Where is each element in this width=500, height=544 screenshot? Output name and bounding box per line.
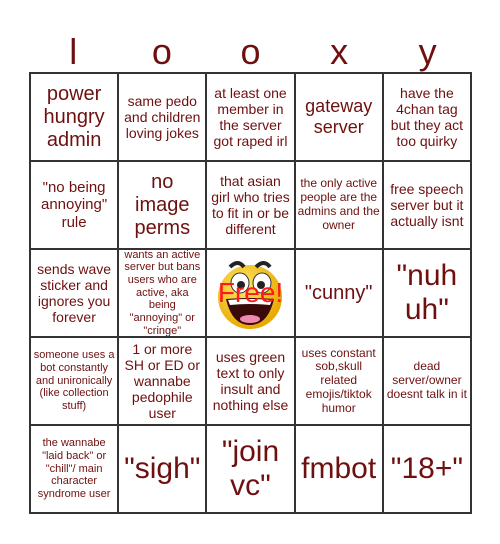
- free-cell[interactable]: Free!: [206, 249, 295, 337]
- bingo-cell[interactable]: the wannabe "laid back" or "chill"/ main…: [30, 425, 119, 513]
- bingo-cell[interactable]: dead server/owner doesnt talk in it: [382, 337, 471, 425]
- bingo-cell[interactable]: "join vc": [206, 425, 295, 513]
- title-letter: l: [69, 31, 78, 72]
- bingo-cell[interactable]: 1 or more SH or ED or wannabe pedophile …: [118, 337, 207, 425]
- free-label: Free!: [217, 276, 284, 308]
- title-letter: o: [240, 31, 261, 72]
- bingo-cell[interactable]: that asian girl who tries to fit in or b…: [206, 161, 295, 249]
- bingo-cell[interactable]: uses green text to only insult and nothi…: [206, 337, 295, 425]
- bingo-cell[interactable]: no image perms: [118, 161, 207, 249]
- bingo-cell[interactable]: the only active people are the admins an…: [294, 161, 383, 249]
- bingo-cell[interactable]: fmbot: [294, 425, 383, 513]
- title-letter: y: [418, 31, 437, 72]
- bingo-cell[interactable]: uses constant sob,skull related emojis/t…: [294, 337, 383, 425]
- bingo-title: l o o x y: [29, 30, 472, 74]
- bingo-cell[interactable]: power hungry admin: [30, 73, 119, 161]
- bingo-cell[interactable]: "no being annoying" rule: [30, 161, 119, 249]
- bingo-cell[interactable]: have the 4chan tag but they act too quir…: [382, 73, 471, 161]
- bingo-cell[interactable]: someone uses a bot constantly and uniron…: [30, 337, 119, 425]
- bingo-cell[interactable]: "cunny": [294, 249, 383, 337]
- bingo-cell[interactable]: free speech server but it actually isnt: [382, 161, 471, 249]
- bingo-cell[interactable]: at least one member in the server got ra…: [206, 73, 295, 161]
- bingo-cell[interactable]: same pedo and children loving jokes: [118, 73, 207, 161]
- bingo-cell[interactable]: sends wave sticker and ignores you forev…: [30, 249, 119, 337]
- bingo-cell[interactable]: "nuh uh": [382, 249, 471, 337]
- bingo-grid: power hungry admin same pedo and childre…: [29, 72, 472, 514]
- bingo-cell[interactable]: gateway server: [294, 73, 383, 161]
- bingo-cell[interactable]: "sigh": [118, 425, 207, 513]
- bingo-cell[interactable]: "18+": [382, 425, 471, 513]
- title-letter: x: [330, 31, 349, 72]
- title-letter: o: [151, 31, 172, 72]
- bingo-cell[interactable]: wants an active server but bans users wh…: [118, 249, 207, 337]
